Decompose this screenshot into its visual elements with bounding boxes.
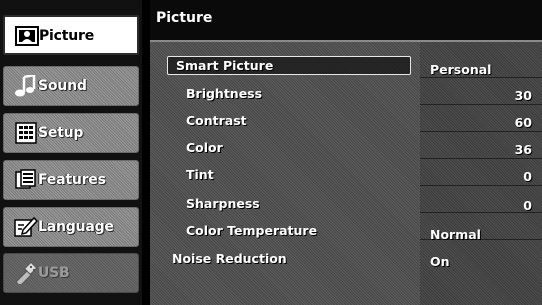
panel-header: Picture [150, 0, 542, 42]
row-divider [420, 104, 542, 105]
settings-list: Smart Picture Personal Brightness 30 Con… [150, 42, 542, 305]
setting-tint-value[interactable]: 0 [523, 169, 532, 184]
row-divider [420, 185, 542, 186]
sidebar-item-setup[interactable]: Setup [3, 113, 139, 153]
setting-tint-label[interactable]: Tint [186, 167, 214, 182]
row-divider [420, 131, 542, 132]
setting-color-temperature-value[interactable]: Normal [430, 227, 481, 242]
page-title: Picture [156, 10, 213, 26]
sidebar-item-features[interactable]: Features [3, 160, 139, 200]
setting-contrast-value[interactable]: 60 [515, 115, 532, 130]
sidebar-item-label: Sound [38, 78, 87, 94]
sound-icon [14, 75, 38, 97]
sidebar: Picture Sound Setup Features Language US… [0, 0, 142, 305]
sidebar-item-usb: USB [3, 253, 139, 293]
setting-color-temperature-label[interactable]: Color Temperature [186, 223, 317, 238]
sidebar-item-label: Setup [38, 125, 84, 141]
sidebar-item-label: Picture [39, 28, 95, 44]
setup-icon [14, 122, 38, 144]
sidebar-item-label: Features [38, 172, 106, 188]
setting-smart-picture-label[interactable]: Smart Picture [176, 58, 273, 73]
setting-sharpness-value[interactable]: 0 [523, 198, 532, 213]
setting-brightness-label[interactable]: Brightness [186, 86, 262, 101]
main-panel: Picture Smart Picture Personal Brightnes… [150, 0, 542, 305]
setting-smart-picture-value[interactable]: Personal [430, 62, 491, 77]
sidebar-item-picture[interactable]: Picture [3, 15, 139, 55]
tv-menu-screen: Picture Sound Setup Features Language US… [0, 0, 542, 305]
setting-noise-reduction-value[interactable]: On [430, 254, 450, 269]
setting-sharpness-label[interactable]: Sharpness [186, 196, 260, 211]
row-divider [420, 158, 542, 159]
usb-icon [14, 262, 38, 284]
setting-color-value[interactable]: 36 [515, 142, 532, 157]
setting-color-label[interactable]: Color [186, 140, 223, 155]
sidebar-item-sound[interactable]: Sound [3, 66, 139, 106]
picture-icon [15, 25, 39, 47]
sidebar-item-label: USB [38, 265, 70, 281]
features-icon [14, 169, 38, 191]
setting-noise-reduction-label[interactable]: Noise Reduction [172, 251, 287, 266]
setting-brightness-value[interactable]: 30 [515, 88, 532, 103]
sidebar-item-label: Language [38, 219, 114, 235]
setting-contrast-label[interactable]: Contrast [186, 113, 247, 128]
sidebar-item-language[interactable]: Language [3, 207, 139, 247]
language-icon [14, 216, 38, 238]
row-divider [420, 77, 542, 78]
